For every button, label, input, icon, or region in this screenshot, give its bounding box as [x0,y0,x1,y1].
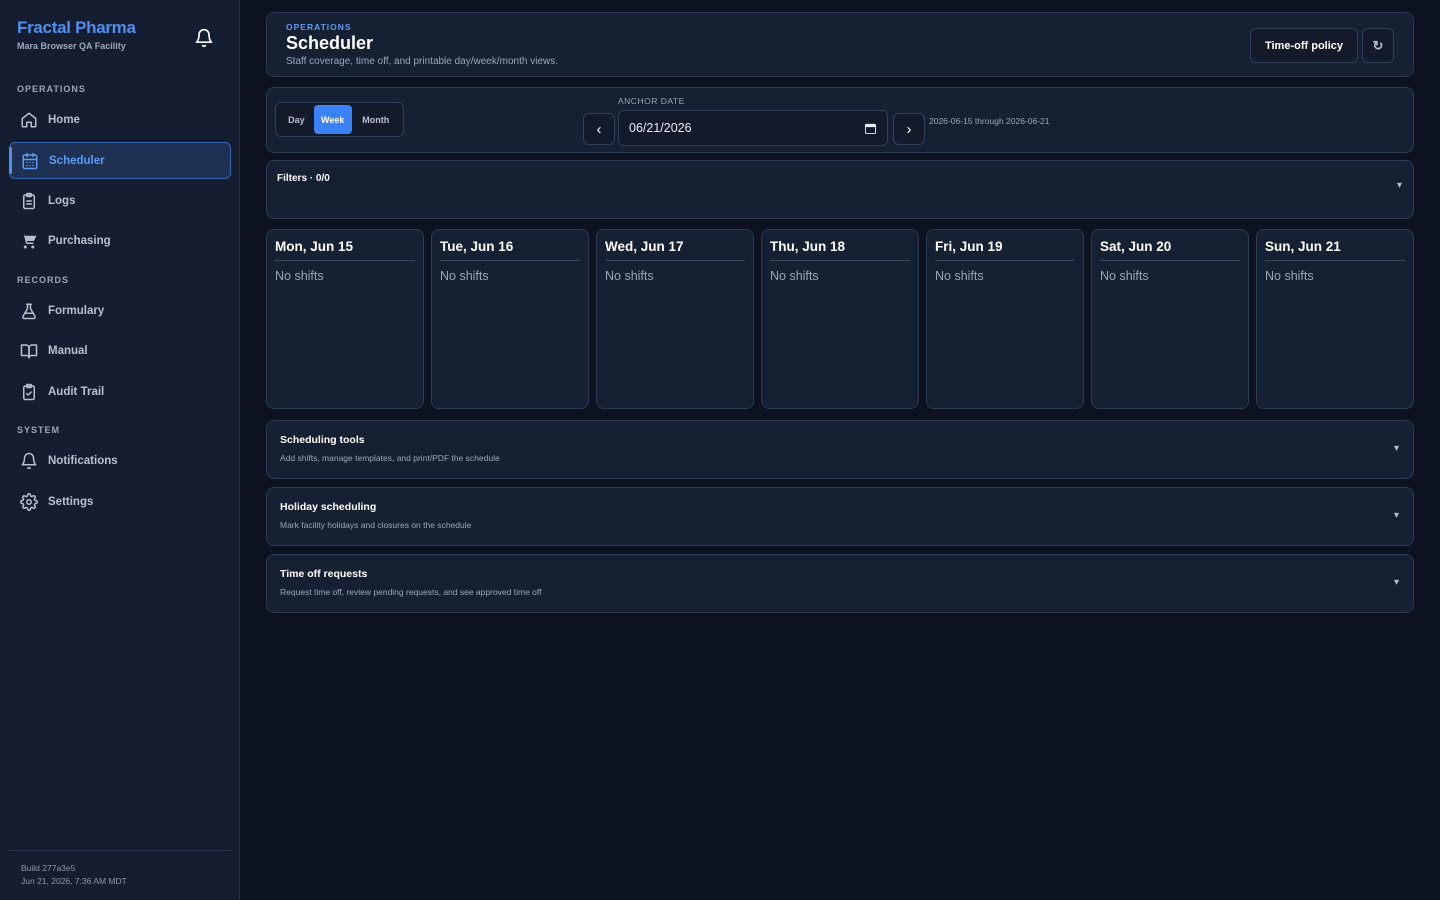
day-title: Mon, Jun 15 [275,239,415,261]
book-icon [20,342,38,360]
time-off-policy-button[interactable]: Time-off policy [1250,28,1358,63]
accordion-description: Add shifts, manage templates, and print/… [280,453,500,463]
sidebar-item-label: Scheduler [49,154,105,167]
view-switcher: Day Week Month [275,102,404,137]
filters-panel[interactable]: Filters · 0/0 ▾ [266,160,1414,219]
sidebar-item-audit-trail[interactable]: Audit Trail [9,373,231,410]
day-column-sun: Sun, Jun 21 No shifts [1256,229,1414,409]
sidebar-item-label: Manual [48,344,88,357]
clipboard-icon [20,192,38,210]
sidebar-item-formulary[interactable]: Formulary [9,292,231,329]
sidebar-item-label: Notifications [48,454,118,467]
sidebar-item-label: Formulary [48,304,105,317]
bell-icon [20,452,38,470]
cart-icon [20,232,38,250]
sidebar-item-label: Purchasing [48,234,111,247]
day-column-wed: Wed, Jun 17 No shifts [596,229,754,409]
day-column-mon: Mon, Jun 15 No shifts [266,229,424,409]
no-shifts-text: No shifts [935,269,984,283]
accordion-description: Request time off, review pending request… [280,587,542,597]
holiday-scheduling-accordion[interactable]: Holiday scheduling Mark facility holiday… [266,487,1414,546]
no-shifts-text: No shifts [605,269,654,283]
calendar-icon [21,152,39,170]
build-version: Build 277a3e5 [21,863,76,873]
previous-period-button[interactable]: ‹ [583,113,615,145]
anchor-date-input[interactable]: 06/21/2026 [618,110,888,146]
accordion-description: Mark facility holidays and closures on t… [280,520,472,530]
home-icon [20,111,38,129]
section-label-operations: OPERATIONS [17,84,86,94]
footer-timestamp: Jun 21, 2026, 7:36 AM MDT [21,876,127,886]
anchor-date-label: ANCHOR DATE [618,96,685,106]
no-shifts-text: No shifts [1265,269,1314,283]
sidebar-item-logs[interactable]: Logs [9,182,231,219]
no-shifts-text: No shifts [275,269,324,283]
view-week-button[interactable]: Week [313,105,352,134]
date-range-text: 2026-06-15 through 2026-06-21 [929,116,1050,126]
day-column-fri: Fri, Jun 19 No shifts [926,229,1084,409]
accordion-title: Scheduling tools [280,434,365,446]
chevron-down-icon: ▾ [1394,510,1400,521]
day-title: Thu, Jun 18 [770,239,910,261]
chevron-down-icon: ▾ [1394,443,1400,454]
scheduling-tools-accordion[interactable]: Scheduling tools Add shifts, manage temp… [266,420,1414,479]
calendar-picker-icon[interactable] [865,123,876,134]
day-title: Wed, Jun 17 [605,239,745,261]
sidebar-item-manual[interactable]: Manual [9,332,231,369]
day-title: Fri, Jun 19 [935,239,1075,261]
sidebar-item-purchasing[interactable]: Purchasing [9,222,231,259]
refresh-icon[interactable]: ↻ [1362,28,1394,63]
no-shifts-text: No shifts [440,269,489,283]
anchor-date-value: 06/21/2026 [629,121,692,135]
sidebar-item-notifications[interactable]: Notifications [9,442,231,479]
clipboard-check-icon [20,383,38,401]
time-off-requests-accordion[interactable]: Time off requests Request time off, revi… [266,554,1414,613]
day-column-thu: Thu, Jun 18 No shifts [761,229,919,409]
page-description: Staff coverage, time off, and printable … [286,56,559,67]
chevron-down-icon: ▾ [1394,577,1400,588]
section-label-system: SYSTEM [17,425,61,435]
day-column-tue: Tue, Jun 16 No shifts [431,229,589,409]
next-period-button[interactable]: › [893,113,925,145]
page-eyebrow: OPERATIONS [286,22,352,32]
no-shifts-text: No shifts [1100,269,1149,283]
section-label-records: RECORDS [17,275,70,285]
brand-name[interactable]: Fractal Pharma [17,18,136,38]
page-header: OPERATIONS Scheduler Staff coverage, tim… [266,12,1414,77]
sidebar-item-label: Logs [48,194,76,207]
sidebar-item-home[interactable]: Home [9,101,231,138]
sidebar-item-label: Audit Trail [48,385,105,398]
sidebar-footer: Build 277a3e5 Jun 21, 2026, 7:36 AM MDT [9,850,231,888]
brand: Fractal Pharma Mara Browser QA Facility [17,18,136,51]
sidebar: Fractal Pharma Mara Browser QA Facility … [0,0,240,900]
no-shifts-text: No shifts [770,269,819,283]
day-column-sat: Sat, Jun 20 No shifts [1091,229,1249,409]
scheduler-toolbar: Day Week Month ANCHOR DATE ‹ 06/21/2026 … [266,87,1414,153]
day-title: Sat, Jun 20 [1100,239,1240,261]
day-title: Sun, Jun 21 [1265,239,1405,261]
gear-icon [20,492,38,511]
day-title: Tue, Jun 16 [440,239,580,261]
view-month-button[interactable]: Month [352,105,400,134]
accordion-title: Holiday scheduling [280,501,377,513]
filters-title: Filters · 0/0 [277,173,330,184]
sidebar-item-scheduler[interactable]: Scheduler [9,142,231,179]
view-day-button[interactable]: Day [279,105,314,134]
sidebar-item-label: Settings [48,495,94,508]
chevron-down-icon: ▾ [1397,180,1403,191]
flask-icon [20,302,38,320]
sidebar-item-label: Home [48,113,80,126]
accordion-title: Time off requests [280,568,368,580]
page-title: Scheduler [286,33,374,53]
facility-name: Mara Browser QA Facility [17,41,126,51]
sidebar-item-settings[interactable]: Settings [9,483,231,520]
notifications-bell-icon[interactable] [192,26,216,50]
